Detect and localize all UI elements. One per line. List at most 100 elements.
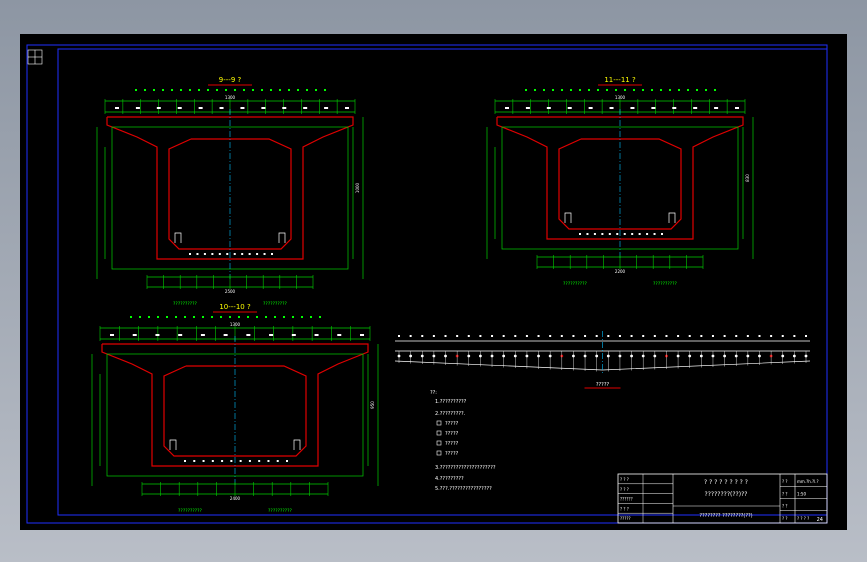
- tendon-dot: [233, 253, 236, 255]
- elev-label-mark: [723, 335, 726, 337]
- elev-label-mark: [642, 335, 645, 337]
- rebar-mark: [705, 89, 707, 91]
- tendon-dot: [661, 233, 663, 235]
- elev-label-mark: [805, 335, 807, 337]
- rebar-mark: [225, 89, 227, 91]
- fillet-left: [174, 232, 182, 243]
- rebar-mark: [265, 316, 267, 318]
- dim-value: [261, 107, 266, 109]
- dim-value: [567, 107, 572, 109]
- rebar-mark: [261, 89, 263, 91]
- elev-label-mark: [444, 335, 447, 337]
- elev-label-mark: [456, 335, 459, 337]
- rebar-mark: [534, 89, 536, 91]
- dim-value: [110, 334, 114, 336]
- rebar-mark: [180, 89, 182, 91]
- corner-stamp: [27, 49, 43, 65]
- tb-main-title-3: ???????? ????????(??): [699, 513, 752, 519]
- elev-label-mark: [630, 335, 633, 337]
- rebar-mark: [270, 89, 272, 91]
- rebar-mark: [207, 89, 209, 91]
- rebar-mark: [184, 316, 186, 318]
- rebar-mark: [642, 89, 644, 91]
- dim-value: [324, 107, 329, 109]
- cad-viewport[interactable]: 9---9 ? 1300 1000 2500???????????????????? …: [20, 34, 847, 530]
- tendon-dot: [196, 253, 199, 255]
- note-item: ?????: [445, 451, 459, 457]
- elev-label-mark: [735, 335, 738, 337]
- tendon-dot: [239, 460, 242, 462]
- tb-main-title: ? ? ? ? ? ? ? ? ?: [704, 479, 748, 486]
- rebar-mark: [615, 89, 617, 91]
- dim-value: [525, 107, 530, 109]
- elev-label-mark: [398, 335, 400, 337]
- rebar-mark: [651, 89, 653, 91]
- note-item: 2.?????????.: [435, 411, 466, 417]
- rebar-mark: [198, 89, 200, 91]
- tb-right-key: ? ?: [782, 491, 788, 496]
- rebar-mark: [274, 316, 276, 318]
- dim-total-label: 2200: [615, 269, 626, 274]
- fillet-right: [293, 439, 301, 450]
- elev-label-mark: [467, 335, 470, 337]
- elev-label-mark: [677, 335, 680, 337]
- elev-label-mark: [793, 335, 796, 337]
- elev-label-mark: [688, 335, 691, 337]
- elev-label-mark: [491, 335, 494, 337]
- note-item: 3.?????????????????????: [435, 465, 496, 471]
- dim-value: [303, 107, 308, 109]
- dim-value: [269, 334, 274, 336]
- elev-label-mark: [537, 335, 540, 337]
- section-caption-right: ??????????: [268, 508, 292, 514]
- dim-value: [135, 107, 140, 109]
- fillet-left: [564, 212, 572, 223]
- dim-value: [155, 334, 160, 336]
- section-title: 10---10 ?: [219, 303, 251, 311]
- dim-total-label: 2500: [225, 289, 236, 294]
- dim-value: [223, 334, 228, 336]
- rebar-mark: [696, 89, 698, 91]
- dim-height-label: 1000: [355, 182, 360, 193]
- dim-value: [546, 107, 551, 109]
- rebar-mark: [301, 316, 303, 318]
- dim-value: [156, 107, 161, 109]
- rebar-mark: [319, 316, 321, 318]
- elev-label-mark: [746, 335, 749, 337]
- tendon-dot: [601, 233, 604, 235]
- cad-drawing: 9---9 ?130010002500???????????????????? …: [26, 44, 828, 524]
- rebar-mark: [256, 316, 258, 318]
- tb-page-code: 24: [817, 517, 823, 523]
- tendon-dot: [638, 233, 641, 235]
- dim-value: [246, 334, 251, 336]
- dim-value: [200, 334, 205, 336]
- elev-label-mark: [479, 335, 482, 337]
- section-caption-left: ??????????: [178, 508, 202, 514]
- elev-label-mark: [595, 335, 598, 337]
- rebar-mark: [292, 316, 294, 318]
- tb-left-row: ?????: [620, 516, 631, 521]
- dim-value: [360, 334, 364, 336]
- tendon-dot: [586, 233, 589, 235]
- rebar-mark: [202, 316, 204, 318]
- dim-value: [314, 334, 319, 336]
- legend-symbol: [436, 430, 442, 436]
- rebar-mark: [283, 316, 285, 318]
- tendon-dot: [623, 233, 626, 235]
- tb-right-val: mm.?h.?l.?: [797, 479, 819, 484]
- rebar-mark: [252, 89, 254, 91]
- tendon-dot: [608, 233, 611, 235]
- tendon-dot: [189, 253, 191, 255]
- tb-right-val: ? ? ? ?: [797, 516, 809, 521]
- rebar-mark: [166, 316, 168, 318]
- dim-value: [132, 334, 137, 336]
- rebar-mark: [552, 89, 554, 91]
- tendon-dot: [271, 253, 273, 255]
- rebar-mark: [175, 316, 177, 318]
- rebar-mark: [216, 89, 218, 91]
- section-caption-right: ??????????: [263, 301, 287, 307]
- dim-value: [714, 107, 719, 109]
- elev-label-mark: [421, 335, 424, 337]
- tendon-dot: [267, 460, 270, 462]
- tendon-dot: [276, 460, 279, 462]
- rebar-mark: [310, 316, 312, 318]
